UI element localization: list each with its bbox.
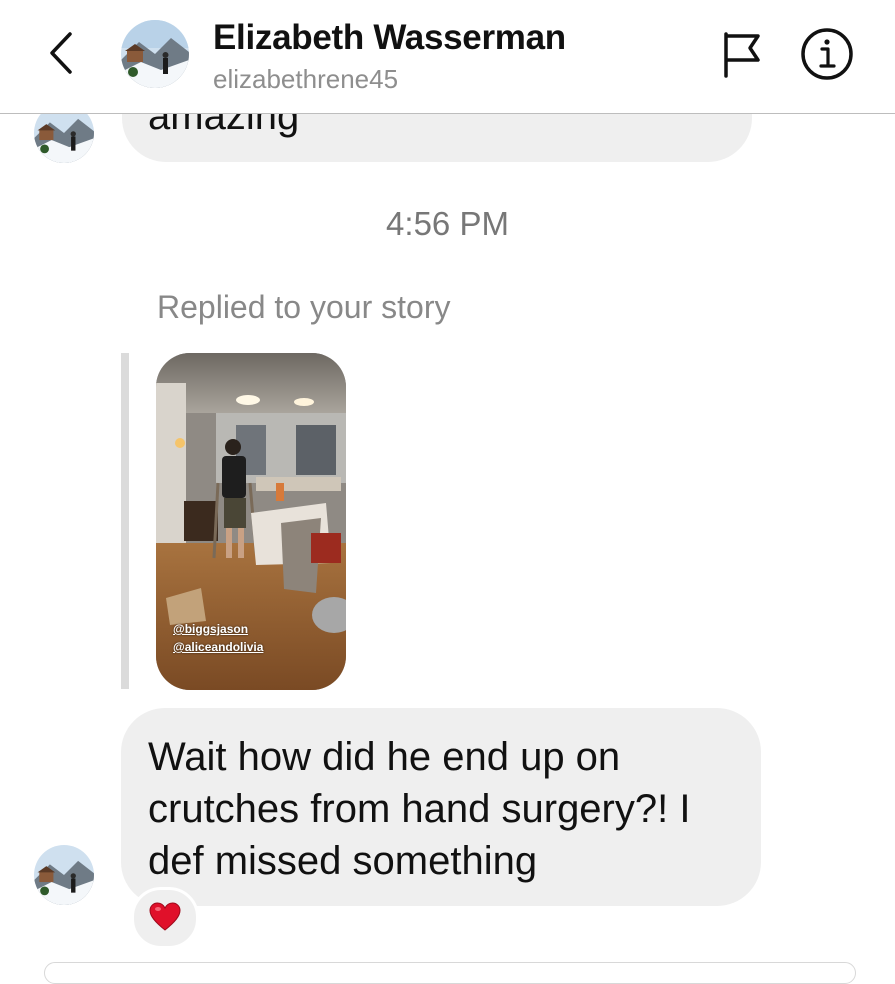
flag-icon[interactable] [720, 30, 764, 78]
avatar[interactable] [121, 20, 189, 88]
quote-bar [121, 353, 129, 689]
reaction-badge[interactable] [131, 887, 199, 949]
story-reply-label: Replied to your story [157, 289, 451, 325]
heart-icon [149, 902, 181, 931]
message-timestamp: 4:56 PM [386, 205, 509, 242]
story-mention[interactable]: @biggsjason [173, 622, 248, 636]
contact-username: elizabethrene45 [213, 64, 399, 94]
message-bubble[interactable]: Wait how did he end up on crutches from … [121, 708, 761, 906]
story-mention[interactable]: @aliceandolivia [173, 640, 263, 654]
chat-header: Elizabeth Wasserman elizabethrene45 [0, 0, 895, 114]
contact-name[interactable]: Elizabeth Wasserman [213, 18, 566, 58]
avatar-photo [121, 20, 189, 88]
info-icon[interactable] [800, 27, 854, 81]
story-thumbnail[interactable]: @biggsjason @aliceandolivia [156, 353, 346, 690]
chevron-left-icon[interactable] [44, 30, 80, 76]
message-text: Wait how did he end up on crutches from … [148, 735, 691, 883]
sender-avatar[interactable] [34, 845, 94, 905]
avatar-photo [34, 845, 94, 905]
message-composer[interactable] [44, 962, 856, 984]
